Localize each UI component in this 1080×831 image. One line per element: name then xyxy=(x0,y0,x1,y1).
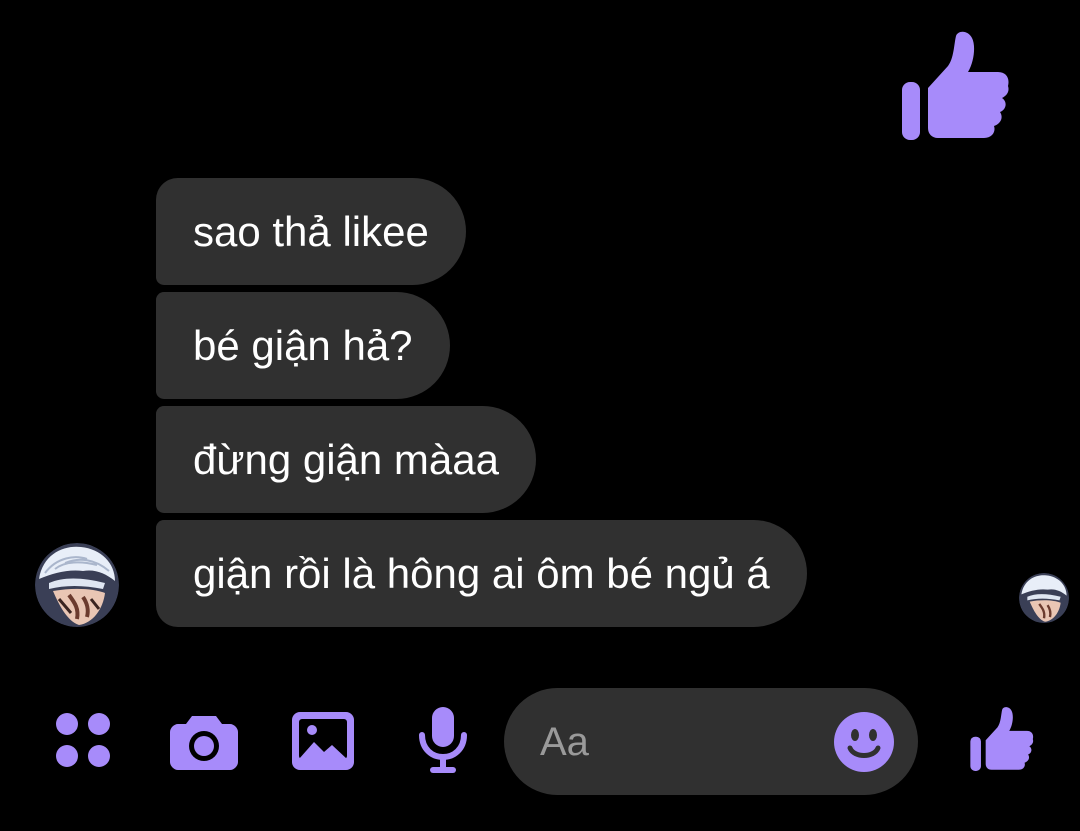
thumbs-up-icon[interactable] xyxy=(968,706,1034,774)
chat-screen: sao thả likee bé giận hả? đừng giận màaa… xyxy=(0,0,1080,831)
message-text: đừng giận màaa xyxy=(193,435,499,483)
sender-avatar[interactable] xyxy=(35,543,119,627)
message-bubble[interactable]: giận rồi là hông ai ôm bé ngủ á xyxy=(156,520,807,627)
message-bubble[interactable]: sao thả likee xyxy=(156,178,466,285)
message-bubble[interactable]: đừng giận màaa xyxy=(156,406,536,513)
message-bubble[interactable]: bé giận hả? xyxy=(156,292,450,399)
seen-receipt-avatar xyxy=(1019,573,1069,623)
message-text: giận rồi là hông ai ôm bé ngủ á xyxy=(193,549,770,597)
camera-icon[interactable] xyxy=(170,712,238,770)
thumbs-up-icon xyxy=(902,31,1009,140)
smile-emoji-icon[interactable] xyxy=(834,712,894,772)
microphone-icon[interactable] xyxy=(418,707,468,775)
message-text: bé giận hả? xyxy=(193,321,413,369)
grid-menu-icon[interactable] xyxy=(55,712,113,770)
message-input[interactable] xyxy=(540,718,820,766)
image-icon[interactable] xyxy=(292,712,354,770)
message-input-box[interactable] xyxy=(504,688,918,795)
message-text: sao thả likee xyxy=(193,207,429,255)
